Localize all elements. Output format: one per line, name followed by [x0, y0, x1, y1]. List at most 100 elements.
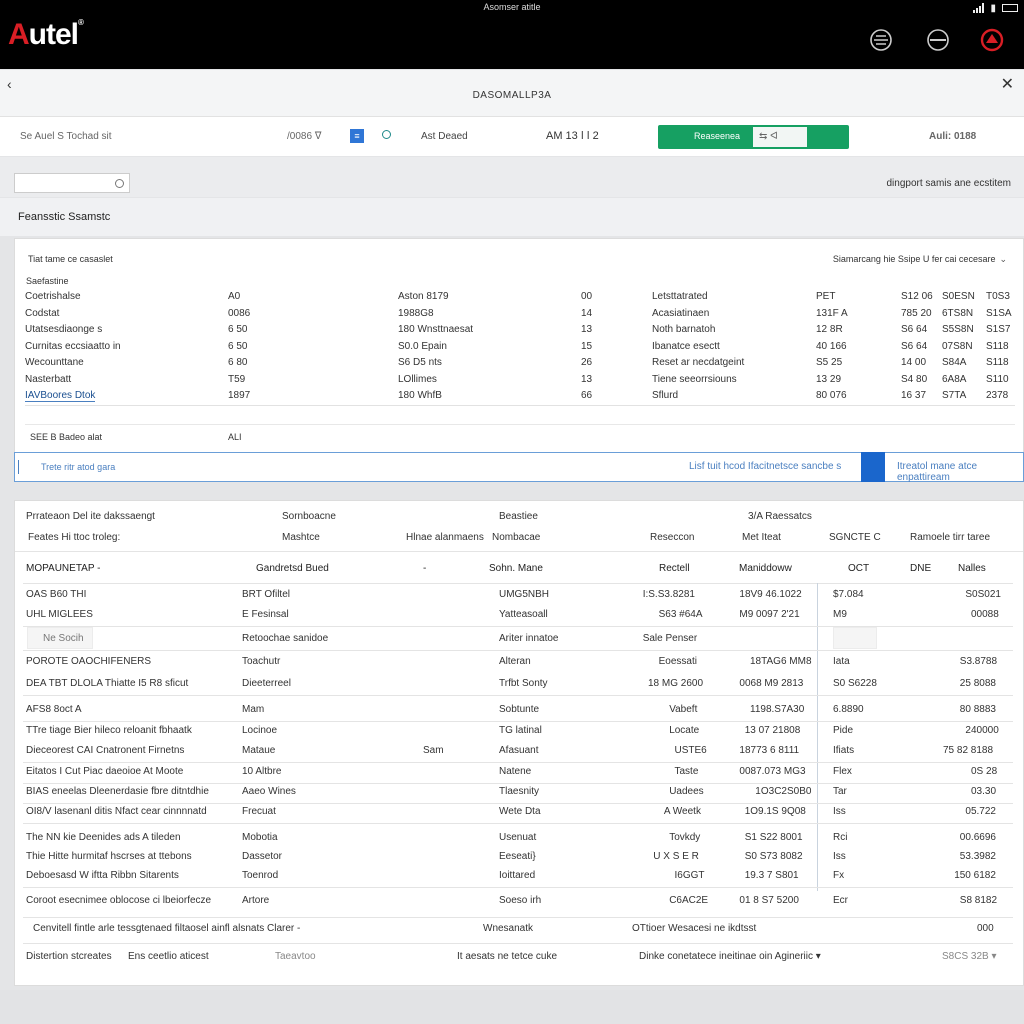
- top-bar: Asomser atitle ▮ Autel®: [0, 0, 1024, 69]
- column-header[interactable]: Maniddoww: [739, 563, 792, 574]
- table-cell: S63 #64A: [658, 609, 703, 620]
- table-cell: Alteran: [499, 656, 531, 667]
- divider: [23, 887, 1013, 888]
- divider: [25, 405, 1015, 406]
- table-cell: S8 8182: [959, 895, 998, 906]
- table-cell: 0S 28: [971, 766, 998, 777]
- filter-header[interactable]: Feates Hi ttoc troleg:: [28, 532, 120, 543]
- table-cell: Thie Hitte hurmitaf hscrses at ttebons: [26, 851, 192, 862]
- status-icons: ▮: [973, 3, 1018, 14]
- menu-square-icon[interactable]: ≡: [350, 129, 364, 143]
- summary-cell: Sflurd: [652, 390, 679, 401]
- table-cell: Tlaesnity: [499, 786, 540, 797]
- scan-button[interactable]: Reaseenea ⇆ ᐊ: [658, 125, 849, 149]
- search-row: dingport samis ane ecstitem: [0, 157, 1024, 197]
- footer-cell[interactable]: Taeavtoo: [275, 951, 316, 962]
- column-header[interactable]: Nalles: [958, 563, 986, 574]
- footer-cell[interactable]: Ens ceetlio aticest: [128, 951, 209, 962]
- table-cell: Sam: [423, 745, 444, 756]
- filter-option[interactable]: Itreatol mane atce enpattiream: [897, 461, 1023, 483]
- table-cell: 18 MG 2600: [648, 678, 704, 689]
- column-header[interactable]: OCT: [848, 563, 869, 574]
- table-cell: M9 0097 2'21: [739, 609, 800, 620]
- status-circle-icon[interactable]: [382, 130, 391, 139]
- section-header: Feansstic Ssamstc: [0, 198, 1024, 236]
- summary-cell: 07S8N: [942, 340, 973, 352]
- info-bar: Se Auel S Tochad sit /0086 ᐁ ≡ Ast Deaed…: [0, 116, 1024, 156]
- table-cell: Tar: [833, 786, 847, 797]
- table-cell: Frecuat: [242, 806, 276, 817]
- table-cell: Iss: [833, 851, 846, 862]
- filter-header[interactable]: Ramoele tirr taree: [910, 532, 990, 543]
- table-cell: Fx: [833, 870, 845, 881]
- table-cell: Soeso irh: [499, 895, 542, 906]
- summary-cell: S0.0 Epain: [398, 340, 447, 352]
- divider: [23, 783, 1013, 784]
- summary-cell: 785 20: [901, 307, 932, 319]
- divider: [23, 626, 1013, 627]
- alert-icon[interactable]: [979, 27, 1005, 53]
- table-cell: 18TAG6 MM8: [750, 656, 812, 667]
- footer-cell: OTtioer Wesacesi ne ikdtsst: [632, 923, 757, 934]
- column-header[interactable]: Gandretsd Bued: [256, 563, 329, 574]
- filter-header[interactable]: Hlnae alanmaens: [406, 532, 484, 543]
- table-cell: OAS B60 THI: [26, 589, 87, 600]
- summary-cell: 80 076: [816, 390, 847, 401]
- summary-cell: T59: [228, 373, 246, 385]
- summary-cell: 6 50: [228, 324, 248, 335]
- footer-cell[interactable]: S8CS 32B ▾: [942, 951, 997, 962]
- table-cell: Iata: [833, 656, 850, 667]
- footer-cell[interactable]: Cenvitell fintle arle tessgtenaed filtao…: [33, 923, 300, 934]
- search-input[interactable]: [14, 173, 130, 193]
- selected-value: ALI: [228, 432, 242, 442]
- divider: [23, 583, 1013, 584]
- summary-cell: 14 00: [901, 357, 927, 368]
- filter-header[interactable]: SGNCTE C: [829, 532, 881, 543]
- scan-toggle[interactable]: ⇆ ᐊ: [753, 127, 807, 147]
- table-cell: E Fesinsal: [242, 609, 289, 620]
- summary-cell: S1S7: [986, 324, 1011, 335]
- filter-header[interactable]: Nombacae: [492, 532, 540, 543]
- table-cell: OI8/V lasenanl ditis Nfact cear cinnnnat…: [26, 806, 207, 817]
- filter-input[interactable]: Trete ritr atod gara: [41, 462, 115, 472]
- summary-cell: 13: [581, 324, 593, 335]
- footer-cell[interactable]: Dinke conetatece ineitinae oin Agineriic…: [639, 951, 821, 962]
- table-cell: Wete Dta: [499, 806, 541, 817]
- filter-header[interactable]: Mashtce: [282, 532, 320, 543]
- table-cell: Sobtunte: [499, 704, 540, 715]
- filter-bar[interactable]: Trete ritr atod gara Lisf tuit hcod Ifac…: [14, 452, 1024, 483]
- column-header[interactable]: MOPAUNETAP -: [26, 563, 100, 574]
- summary-cell: 13: [581, 373, 593, 385]
- vehicle-label: Se Auel S Tochad sit: [20, 131, 112, 142]
- table-cell: Afasuant: [499, 745, 539, 756]
- filter-header[interactable]: Met Iteat: [742, 532, 781, 543]
- table-cell: 53.3982: [959, 851, 996, 862]
- table-cell: Coroot esecnimee oblocose ci lbeiorfecze: [26, 895, 212, 906]
- vci-icon[interactable]: [925, 27, 951, 53]
- column-header[interactable]: Rectell: [659, 563, 690, 574]
- table-cell: Locinoe: [242, 725, 278, 736]
- summary-cell: 6A8A: [942, 373, 967, 385]
- table-cell: Artore: [242, 895, 270, 906]
- footer-cell[interactable]: Distertion stcreates: [26, 951, 112, 962]
- status-bar-title: Asomser atitle: [483, 2, 541, 12]
- table-cell: 05.722: [965, 806, 996, 817]
- summary-cell: Coetrishalse: [25, 291, 81, 302]
- summary-cell: S1SA: [986, 307, 1012, 319]
- table-cell: 0068 M9 2813: [739, 678, 804, 689]
- table-cell: 150 6182: [954, 870, 996, 881]
- summary-cell: 00: [581, 291, 593, 302]
- column-header[interactable]: Sohn. Mane: [489, 563, 543, 574]
- summary-cell: 14: [581, 307, 593, 319]
- column-header[interactable]: -: [423, 563, 426, 574]
- column-header[interactable]: DNE: [910, 563, 931, 574]
- car-connect-icon[interactable]: [868, 27, 894, 53]
- summary-filter[interactable]: Siamarcang hie Ssipe U fer cai cecesare ⌄: [833, 254, 1007, 265]
- filter-button[interactable]: [861, 452, 885, 482]
- filter-header[interactable]: Reseccon: [650, 532, 694, 543]
- footer-cell[interactable]: It aesats ne tetce cuke: [457, 951, 557, 962]
- table-cell: Eitatos I Cut Piac daeoioe At Moote: [26, 766, 184, 777]
- table-cell: Dieeterreel: [242, 678, 291, 689]
- table-cell: 80 8883: [959, 704, 996, 715]
- summary-cell: Ibanatce esectt: [652, 340, 720, 352]
